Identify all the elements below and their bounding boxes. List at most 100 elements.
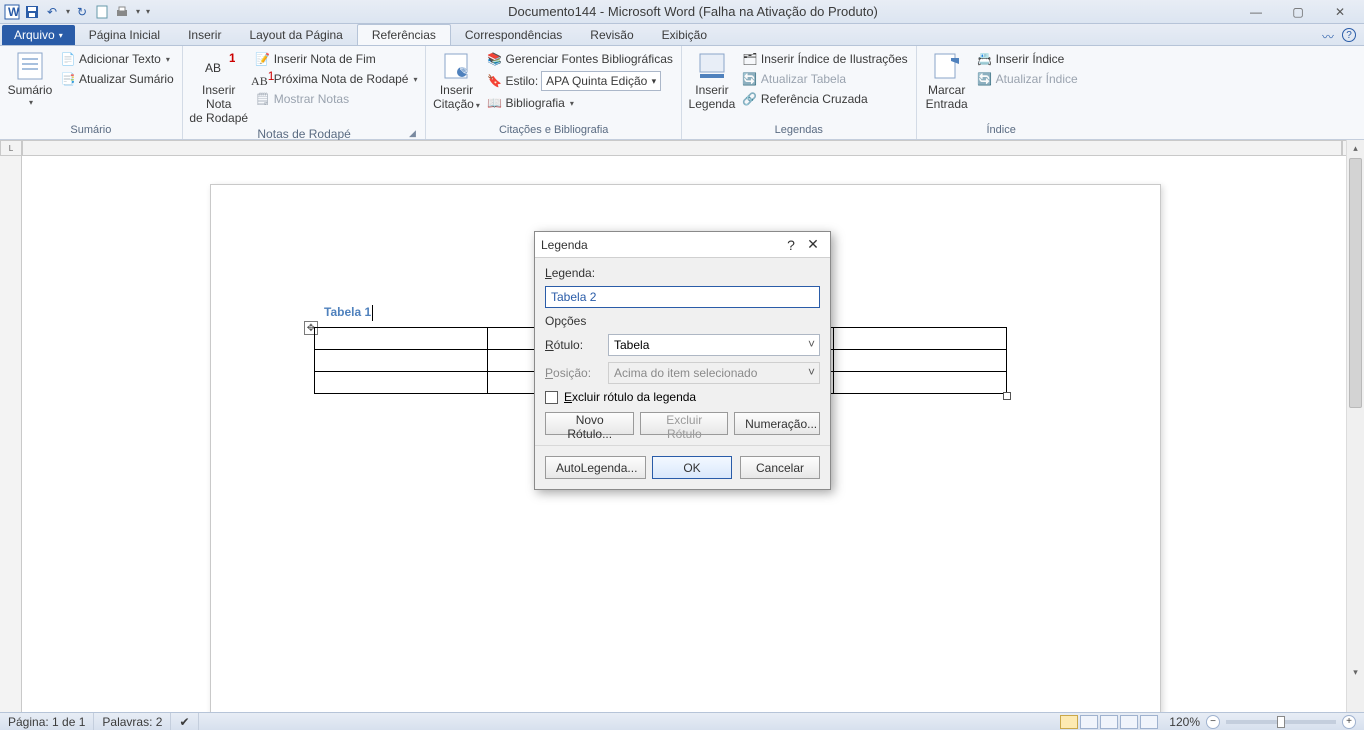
dialog-help-icon[interactable]: ?	[780, 237, 802, 253]
numeracao-button[interactable]: Numeração...	[734, 412, 820, 435]
group-label-citations: Citações e Bibliografia	[432, 122, 674, 139]
new-doc-icon[interactable]	[94, 4, 110, 20]
print-icon[interactable]	[114, 4, 130, 20]
view-draft-button[interactable]	[1140, 715, 1158, 729]
mark-entry-icon	[931, 50, 963, 82]
group-sumario: Sumário▾ 📄Adicionar Texto▾ 📑Atualizar Su…	[0, 46, 183, 139]
show-notes-icon: 🗒	[255, 91, 271, 107]
zoom-slider[interactable]	[1226, 720, 1336, 724]
ribbon-tabs: Arquivo▾ Página Inicial Inserir Layout d…	[0, 24, 1364, 46]
autolegenda-button[interactable]: AutoLegenda...	[545, 456, 646, 479]
novo-rotulo-button[interactable]: Novo Rótulo...	[545, 412, 634, 435]
window-controls: — ▢ ✕	[1232, 5, 1364, 19]
insert-caption-button[interactable]: InserirLegenda	[688, 48, 736, 112]
tab-layout[interactable]: Layout da Página	[235, 25, 356, 45]
legend-label: Legenda:	[545, 266, 820, 280]
tab-home[interactable]: Página Inicial	[75, 25, 174, 45]
maximize-button[interactable]: ▢	[1284, 5, 1312, 19]
insert-index-button[interactable]: 📇Inserir Índice	[975, 50, 1080, 68]
cross-reference-button[interactable]: 🔗Referência Cruzada	[740, 90, 910, 108]
print-dropdown-icon[interactable]: ▾	[136, 7, 140, 16]
group-captions: InserirLegenda 🗂Inserir Índice de Ilustr…	[682, 46, 917, 139]
status-words[interactable]: Palavras: 2	[94, 713, 171, 730]
style-label: Estilo:	[505, 74, 538, 88]
save-icon[interactable]	[24, 4, 40, 20]
insert-footnote-button[interactable]: AB1 Inserir Notade Rodapé	[189, 48, 249, 125]
minimize-button[interactable]: —	[1242, 5, 1270, 19]
qat-customize-icon[interactable]: ▾	[146, 7, 150, 16]
svg-text:W: W	[8, 5, 20, 19]
ok-button[interactable]: OK	[652, 456, 732, 479]
redo-icon[interactable]: ↻	[74, 4, 90, 20]
tab-file[interactable]: Arquivo▾	[2, 25, 75, 45]
ruler-corner[interactable]: L	[0, 140, 22, 156]
svg-text:AB: AB	[205, 61, 221, 75]
insert-citation-button[interactable]: ✎ InserirCitação▾	[432, 48, 480, 112]
view-fullscreen-button[interactable]	[1080, 715, 1098, 729]
vertical-ruler[interactable]	[0, 156, 22, 712]
toc-icon	[14, 50, 46, 82]
table-resize-handle-icon[interactable]	[1003, 392, 1011, 400]
quick-access-toolbar: W ↶ ▾ ↻ ▾ ▾	[0, 4, 154, 20]
tab-insert[interactable]: Inserir	[174, 25, 235, 45]
word-icon: W	[4, 4, 20, 20]
posicao-combo: Acima do item selecionado	[608, 362, 820, 384]
insert-figures-index-button[interactable]: 🗂Inserir Índice de Ilustrações	[740, 50, 910, 68]
dialog-titlebar[interactable]: Legenda ? ✕	[535, 232, 830, 258]
close-button[interactable]: ✕	[1326, 5, 1354, 19]
group-citations: ✎ InserirCitação▾ 📚Gerenciar Fontes Bibl…	[426, 46, 681, 139]
zoom-percent[interactable]: 120%	[1163, 715, 1206, 729]
table-caption[interactable]: Tabela 1	[324, 303, 373, 321]
tab-review[interactable]: Revisão	[576, 25, 647, 45]
bibliography-button[interactable]: 📖Bibliografia▾	[484, 94, 674, 112]
zoom-in-button[interactable]: +	[1342, 715, 1356, 729]
manage-sources-button[interactable]: 📚Gerenciar Fontes Bibliográficas	[484, 50, 674, 68]
crossref-icon: 🔗	[742, 91, 758, 107]
svg-text:✎: ✎	[459, 64, 469, 78]
tab-mailings[interactable]: Correspondências	[451, 25, 576, 45]
view-print-layout-button[interactable]	[1060, 715, 1078, 729]
horizontal-ruler[interactable]	[22, 140, 1342, 156]
group-footnotes: AB1 Inserir Notade Rodapé 📝Inserir Nota …	[183, 46, 427, 139]
next-footnote-icon: AB1	[255, 71, 271, 87]
view-outline-button[interactable]	[1120, 715, 1138, 729]
group-index: MarcarEntrada 📇Inserir Índice 🔄Atualizar…	[917, 46, 1086, 139]
ribbon-references: Sumário▾ 📄Adicionar Texto▾ 📑Atualizar Su…	[0, 46, 1364, 140]
rotulo-combo[interactable]: Tabela	[608, 334, 820, 356]
scroll-down-icon[interactable]: ▾	[1347, 664, 1364, 680]
style-combo[interactable]: APA Quinta Edição	[541, 71, 661, 91]
excluir-rotulo-button: Excluir Rótulo	[640, 412, 728, 435]
scroll-up-icon[interactable]: ▴	[1347, 140, 1364, 156]
help-icon[interactable]: ?	[1342, 28, 1356, 42]
insert-endnote-button[interactable]: 📝Inserir Nota de Fim	[253, 50, 420, 68]
toc-button[interactable]: Sumário▾	[6, 48, 54, 107]
mark-entry-button[interactable]: MarcarEntrada	[923, 48, 971, 112]
legend-input[interactable]	[545, 286, 820, 308]
next-footnote-button[interactable]: AB1Próxima Nota de Rodapé▾	[253, 70, 420, 88]
window-title: Documento144 - Microsoft Word (Falha na …	[154, 4, 1232, 19]
update-toc-button[interactable]: 📑Atualizar Sumário	[58, 70, 176, 88]
undo-icon[interactable]: ↶	[44, 4, 60, 20]
update-index-icon: 🔄	[977, 71, 993, 87]
vertical-scrollbar[interactable]: ▴ ▾	[1346, 140, 1364, 712]
status-page[interactable]: Página: 1 de 1	[0, 713, 94, 730]
cancel-button[interactable]: Cancelar	[740, 456, 820, 479]
status-proofing-icon[interactable]: ✔	[171, 713, 198, 730]
style-icon: 🔖	[486, 73, 502, 89]
add-text-icon: 📄	[60, 51, 76, 67]
tab-view[interactable]: Exibição	[648, 25, 721, 45]
view-web-button[interactable]	[1100, 715, 1118, 729]
minimize-ribbon-icon[interactable]: 〰	[1322, 28, 1334, 45]
undo-dropdown-icon[interactable]: ▾	[66, 7, 70, 16]
exclude-checkbox[interactable]	[545, 391, 558, 404]
add-text-button[interactable]: 📄Adicionar Texto▾	[58, 50, 176, 68]
tab-references[interactable]: Referências	[357, 24, 451, 45]
options-label: Opções	[545, 314, 820, 328]
zoom-out-button[interactable]: −	[1206, 715, 1220, 729]
dialog-close-icon[interactable]: ✕	[802, 236, 824, 253]
update-index-button: 🔄Atualizar Índice	[975, 70, 1080, 88]
citation-icon: ✎	[440, 50, 472, 82]
manage-sources-icon: 📚	[486, 51, 502, 67]
exclude-label-row[interactable]: Excluir rótulo da legenda	[545, 390, 820, 404]
scroll-thumb[interactable]	[1349, 158, 1362, 408]
